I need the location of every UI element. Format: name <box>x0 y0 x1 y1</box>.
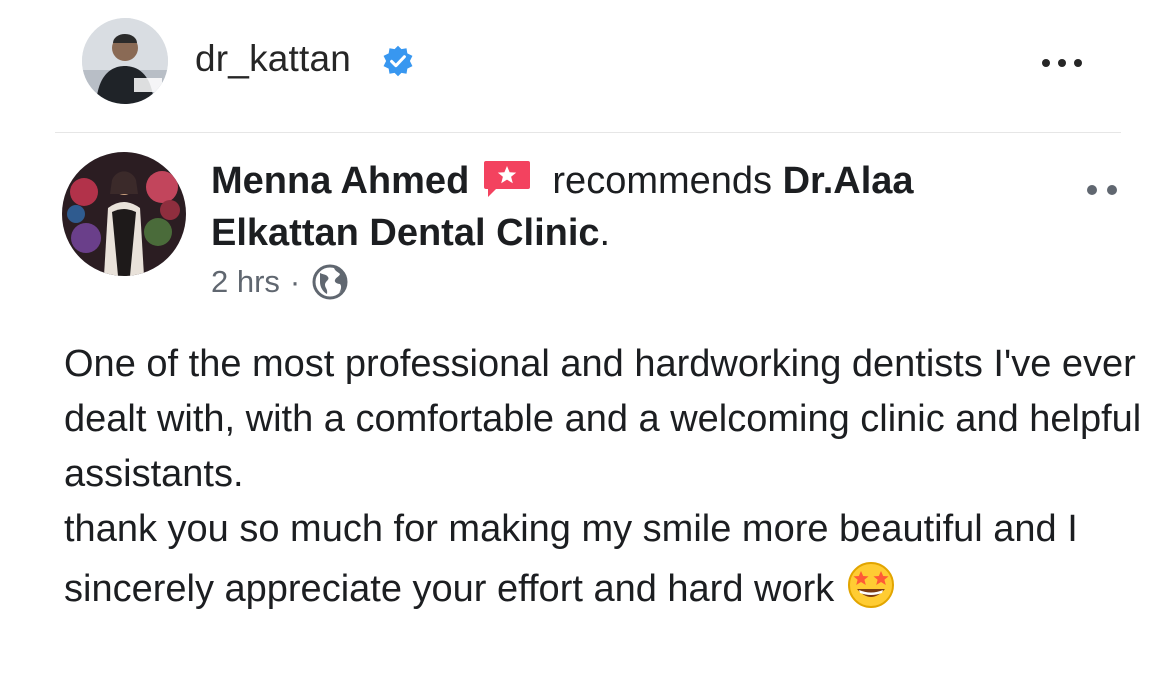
review-more-button[interactable] <box>1086 170 1120 204</box>
reviewer-name[interactable]: Menna Ahmed <box>211 160 469 202</box>
star-struck-emoji <box>848 562 895 608</box>
review-text: One of the most professional and hardwor… <box>64 337 1144 617</box>
owner-avatar[interactable] <box>82 18 168 104</box>
globe-icon <box>312 264 348 300</box>
review-headline: Menna Ahmed recommends Dr.Alaa Elkattan … <box>211 155 1041 259</box>
review-meta: 2 hrs · <box>211 262 350 302</box>
review-paragraph-2: thank you so much for making my smile mo… <box>64 502 1144 617</box>
owner-avatar-image <box>82 18 168 104</box>
review-paragraph-1: One of the most professional and hardwor… <box>64 343 1142 495</box>
header-divider <box>55 132 1121 133</box>
review-timestamp[interactable]: 2 hrs <box>211 264 280 300</box>
recommend-star-icon <box>483 161 530 197</box>
owner-username[interactable]: dr_kattan <box>195 38 351 80</box>
verified-badge-icon <box>383 45 413 77</box>
more-options-button[interactable] <box>1040 48 1084 69</box>
reviewer-avatar[interactable] <box>62 152 186 276</box>
recommends-text: recommends <box>552 160 773 202</box>
reviewer-avatar-image <box>62 152 186 276</box>
meta-separator: · <box>289 264 301 299</box>
page-suffix: . <box>599 212 611 254</box>
review-paragraph-2-text: thank you so much for making my smile mo… <box>64 508 1078 610</box>
more-options-icon <box>1042 59 1082 67</box>
more-options-icon <box>1087 185 1117 195</box>
